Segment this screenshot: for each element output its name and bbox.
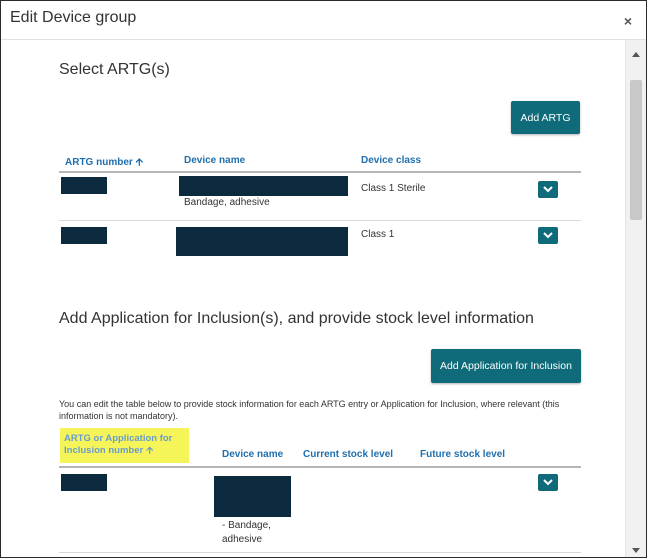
dialog-title: Edit Device group: [10, 9, 137, 26]
chevron-down-icon: [543, 186, 553, 193]
device-name-text: Bandage, adhesive: [184, 197, 270, 208]
column-device-class[interactable]: Device class: [361, 155, 421, 166]
table-header-divider: [59, 171, 581, 173]
redacted-artg-number: [61, 177, 107, 194]
row-divider: [59, 552, 581, 553]
device-class-text: Class 1 Sterile: [361, 183, 426, 194]
column-artg-number[interactable]: ARTG number 🡩: [65, 155, 143, 172]
redacted-device-name: [176, 227, 348, 256]
device-name-text: - Bandage, adhesive: [222, 520, 271, 545]
close-icon[interactable]: ×: [624, 13, 632, 29]
row-divider: [59, 220, 581, 221]
edit-device-group-dialog: Edit Device group × Select ARTG(s) Add A…: [0, 0, 647, 558]
redacted-application-number: [61, 474, 107, 491]
scroll-down-arrow-icon[interactable]: [632, 548, 640, 553]
table-header-divider: [59, 466, 581, 468]
add-artg-button[interactable]: Add ARTG: [511, 101, 580, 134]
stock-info-description: You can edit the table below to provide …: [59, 399, 560, 421]
column-device-name[interactable]: Device name: [184, 155, 245, 166]
vertical-scrollbar[interactable]: [625, 40, 646, 557]
column-artg-or-application-number-label: ARTG or Application for Inclusion number: [64, 433, 173, 456]
column-current-stock-level[interactable]: Current stock level: [303, 449, 393, 460]
redacted-artg-number: [61, 227, 107, 244]
column-artg-or-application-number[interactable]: ARTG or Application for Inclusion number…: [64, 433, 184, 457]
row-expand-button[interactable]: [538, 474, 558, 491]
row-expand-button[interactable]: [538, 227, 558, 244]
scroll-up-arrow-icon[interactable]: [632, 52, 640, 57]
application-section-heading: Add Application for Inclusion(s), and pr…: [59, 310, 534, 327]
column-artg-number-label: ARTG number: [65, 157, 133, 168]
column-device-name[interactable]: Device name: [222, 449, 283, 460]
redacted-device-name: [179, 176, 348, 196]
redacted-device-name: [214, 476, 291, 517]
device-class-text: Class 1: [361, 229, 395, 240]
chevron-down-icon: [543, 232, 553, 239]
dialog-header: Edit Device group ×: [1, 1, 646, 40]
add-application-button[interactable]: Add Application for Inclusion: [431, 349, 581, 383]
column-future-stock-level[interactable]: Future stock level: [420, 449, 505, 460]
sort-arrow-up-icon: 🡩: [146, 445, 154, 456]
chevron-down-icon: [543, 479, 553, 486]
sort-arrow-up-icon: 🡩: [135, 157, 143, 168]
scrollbar-thumb[interactable]: [630, 80, 642, 220]
row-expand-button[interactable]: [538, 181, 558, 198]
dialog-body: Select ARTG(s) Add ARTG ARTG number 🡩 Dev…: [1, 40, 624, 557]
select-artg-heading: Select ARTG(s): [59, 61, 170, 78]
